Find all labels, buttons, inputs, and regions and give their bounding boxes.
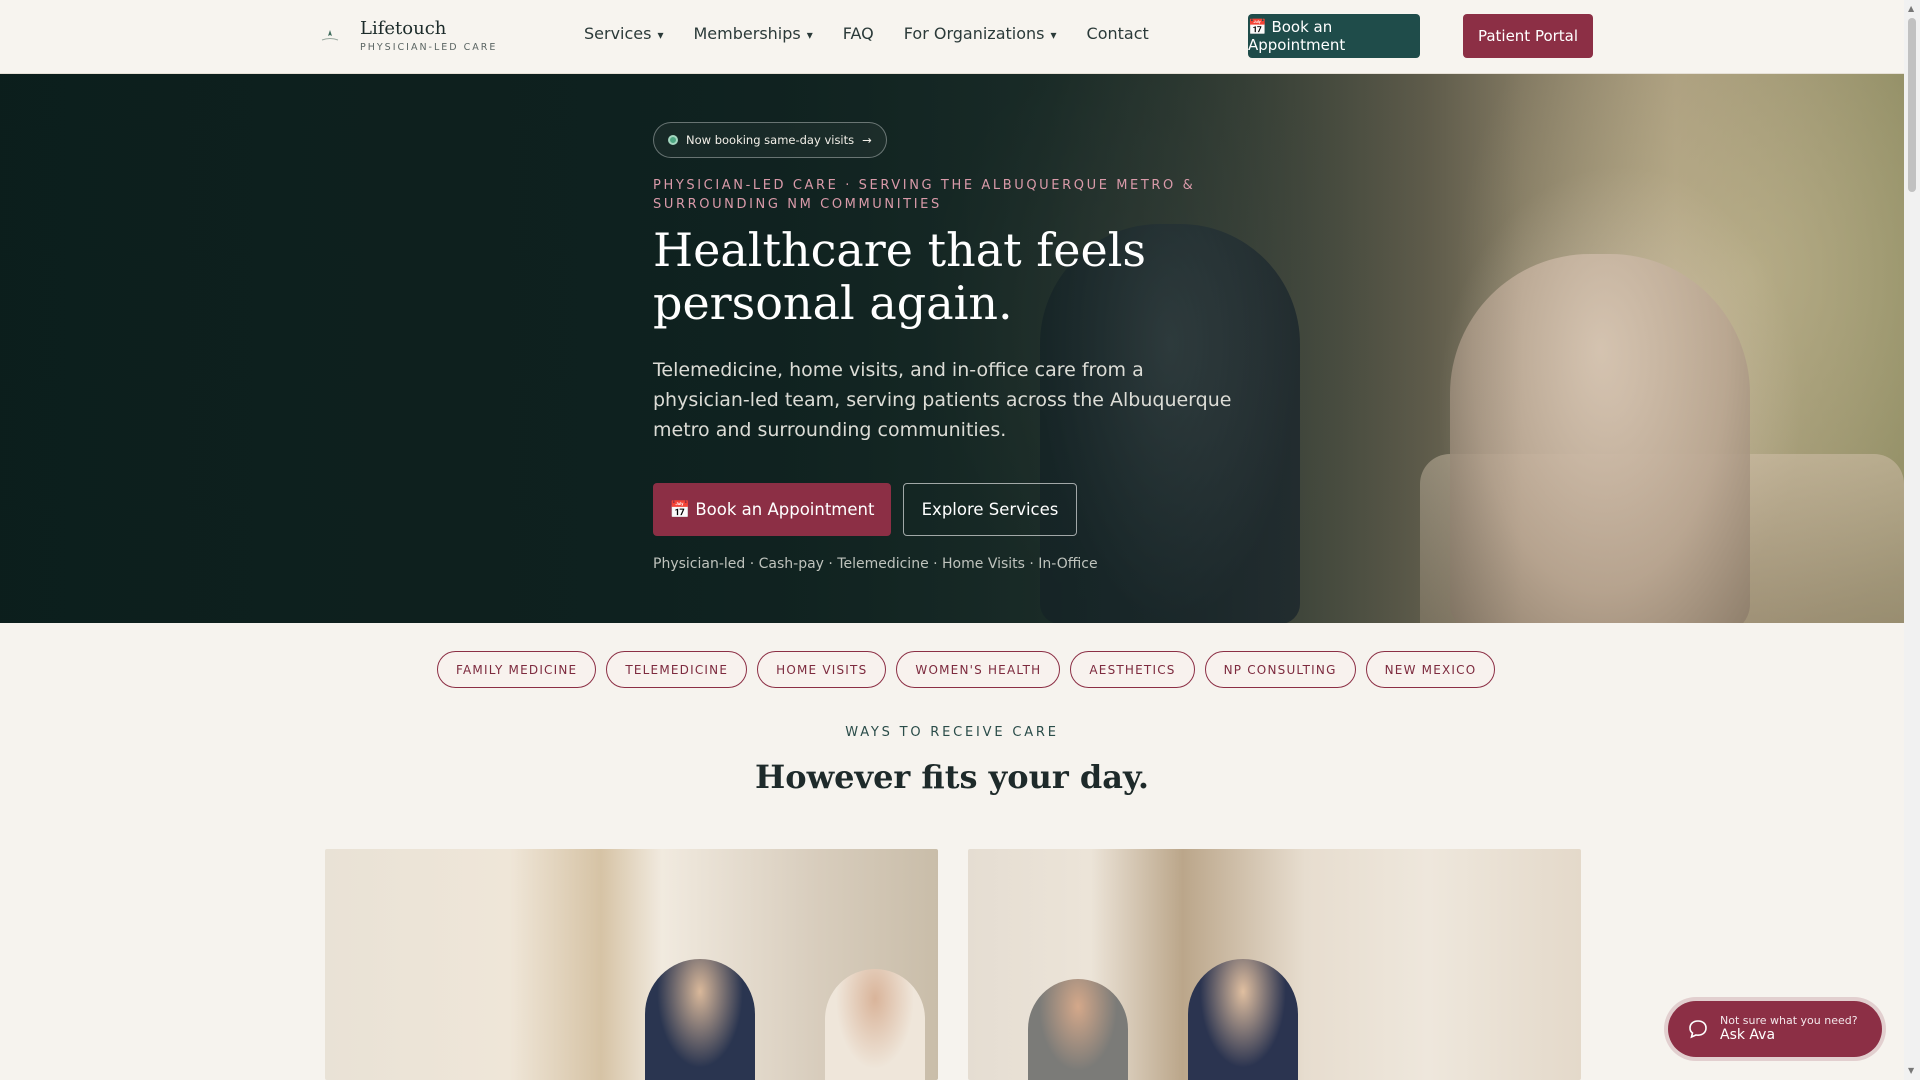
brand-name: Lifetouch <box>360 18 447 39</box>
scroll-up-icon[interactable]: ▲ <box>1908 4 1914 13</box>
nav-faq-label: FAQ <box>842 24 874 43</box>
hero-book-appointment-button[interactable]: 📅 Book an Appointment <box>653 483 891 536</box>
ask-ava-chat-button[interactable]: Not sure what you need? Ask Ava <box>1668 1001 1882 1057</box>
top-navigation: Lifetouch PHYSICIAN-LED CARE Services ▾ M… <box>0 0 1904 74</box>
card-image-doctor <box>645 959 755 1080</box>
card-image-patient <box>825 969 925 1080</box>
explore-services-button[interactable]: Explore Services <box>903 483 1077 536</box>
nav-memberships[interactable]: Memberships ▾ <box>694 24 813 43</box>
chat-question: Not sure what you need? <box>1720 1014 1858 1027</box>
chip-np-consulting[interactable]: NP CONSULTING <box>1204 651 1356 688</box>
chat-name: Ask Ava <box>1720 1027 1776 1043</box>
care-card-home-visit-image[interactable] <box>968 849 1581 1080</box>
brand-tagline: PHYSICIAN-LED CARE <box>360 42 498 53</box>
nav-for-organizations-label: For Organizations <box>903 24 1045 43</box>
section-title: However fits your day. <box>754 758 1149 796</box>
nav-services-label: Services <box>584 24 652 43</box>
nav-book-appointment-button[interactable]: 📅 Book an Appointment <box>1248 14 1420 58</box>
card-image-doctor <box>1188 959 1298 1080</box>
same-day-badge[interactable]: Now booking same-day visits → <box>653 122 887 158</box>
care-card-in-office-image[interactable] <box>325 849 938 1080</box>
chip-family-medicine[interactable]: FAMILY MEDICINE <box>437 651 597 688</box>
logo-icon <box>318 24 342 48</box>
chip-new-mexico[interactable]: NEW MEXICO <box>1365 651 1496 688</box>
chevron-down-icon: ▾ <box>657 28 664 42</box>
hero-eyebrow: PHYSICIAN-LED CARE · SERVING THE ALBUQUE… <box>653 178 1196 212</box>
hero-tags: Physician-led · Cash-pay · Telemedicine … <box>653 556 1098 572</box>
status-dot-icon <box>668 135 678 145</box>
chat-bubble-icon <box>1688 1019 1708 1039</box>
hero-subtitle: Telemedicine, home visits, and in-office… <box>653 359 1232 441</box>
service-chips: FAMILY MEDICINE TELEMEDICINE HOME VISITS… <box>437 651 1496 688</box>
chip-home-visits[interactable]: HOME VISITS <box>757 651 887 688</box>
chevron-down-icon: ▾ <box>806 28 813 42</box>
patient-portal-button[interactable]: Patient Portal <box>1463 14 1593 58</box>
nav-for-organizations[interactable]: For Organizations ▾ <box>904 24 1057 43</box>
hero-overlay <box>0 74 1904 623</box>
page-scrollbar[interactable]: ▲ ▼ <box>1904 0 1920 1080</box>
scroll-down-icon[interactable]: ▼ <box>1908 1066 1914 1075</box>
nav-services[interactable]: Services ▾ <box>584 24 664 43</box>
nav-memberships-label: Memberships <box>693 24 801 43</box>
section-eyebrow: WAYS TO RECEIVE CARE <box>845 725 1059 740</box>
card-image-patient <box>1028 979 1128 1080</box>
chip-womens-health[interactable]: WOMEN'S HEALTH <box>896 651 1061 688</box>
nav-links: Services ▾ Memberships ▾ FAQ For Organizat… <box>584 24 1179 43</box>
arrow-right-icon: → <box>862 133 872 147</box>
same-day-badge-label: Now booking same-day visits <box>686 133 855 147</box>
brand[interactable]: Lifetouch PHYSICIAN-LED CARE <box>318 18 497 53</box>
nav-contact[interactable]: Contact <box>1087 24 1149 43</box>
chip-telemedicine[interactable]: TELEMEDICINE <box>606 651 748 688</box>
chip-aesthetics[interactable]: AESTHETICS <box>1070 651 1195 688</box>
nav-faq[interactable]: FAQ <box>843 24 874 43</box>
hero-title: Healthcare that feels personal again. <box>653 223 1147 330</box>
hero-section <box>0 74 1904 623</box>
scrollbar-thumb[interactable] <box>1908 18 1916 192</box>
nav-contact-label: Contact <box>1086 24 1149 43</box>
chevron-down-icon: ▾ <box>1050 28 1057 42</box>
